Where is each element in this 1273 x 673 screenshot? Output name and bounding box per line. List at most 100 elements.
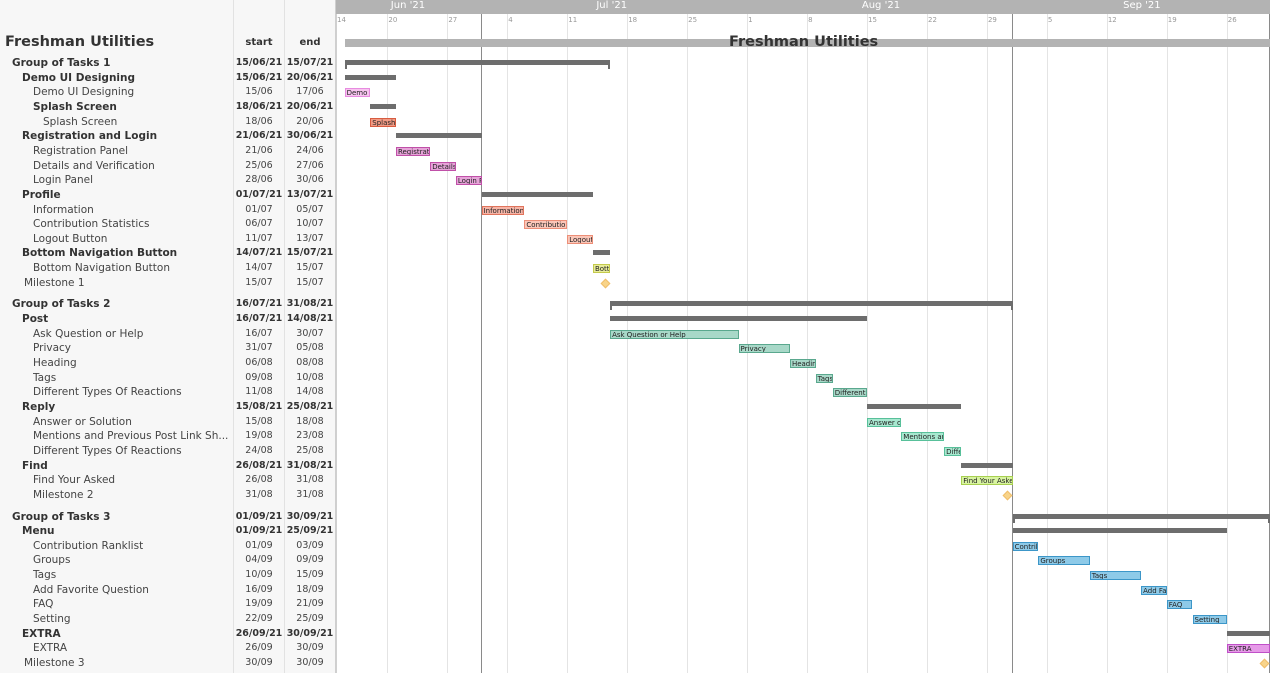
- task-row[interactable]: Details and Verification 25/06 27/06: [0, 160, 336, 174]
- task-end-date: 05/08: [296, 342, 324, 354]
- task-row[interactable]: Group of Tasks 2 16/07/21 31/08/21: [0, 298, 336, 312]
- task-end-date: 31/08/21: [286, 298, 334, 310]
- task-bar[interactable]: Contribution: [524, 220, 568, 230]
- task-row[interactable]: Milestone 1 15/07 15/07: [0, 277, 336, 291]
- task-row[interactable]: Different Types Of Reactions 11/08 14/08: [0, 386, 336, 400]
- task-row[interactable]: Post 16/07/21 14/08/21: [0, 313, 336, 327]
- task-end-date: 31/08/21: [286, 459, 334, 471]
- task-bar[interactable]: Bott: [592, 264, 611, 274]
- week-tick-label: 14: [337, 16, 346, 24]
- task-start-date: 04/09: [245, 554, 273, 566]
- task-bar[interactable]: Demo: [344, 88, 371, 98]
- task-row[interactable]: Add Favorite Question 16/09 18/09: [0, 584, 336, 598]
- summary-bar[interactable]: [395, 133, 482, 139]
- task-bar[interactable]: Add Fa: [1141, 585, 1167, 595]
- task-row[interactable]: Milestone 3 30/09 30/09: [0, 657, 336, 671]
- task-row[interactable]: Setting 22/09 25/09: [0, 613, 336, 627]
- task-bar[interactable]: Logout: [567, 234, 593, 244]
- task-bar[interactable]: Setting: [1192, 615, 1227, 625]
- task-row[interactable]: Splash Screen 18/06 20/06: [0, 116, 336, 130]
- task-bar[interactable]: Different: [832, 388, 868, 398]
- task-row[interactable]: EXTRA 26/09/21 30/09/21: [0, 628, 336, 642]
- task-row[interactable]: Milestone 2 31/08 31/08: [0, 489, 336, 503]
- task-end-date: 27/06: [296, 159, 324, 171]
- task-row[interactable]: Ask Question or Help 16/07 30/07: [0, 328, 336, 342]
- summary-bar[interactable]: [344, 60, 611, 69]
- month-label: Aug '21: [861, 0, 901, 11]
- task-bar[interactable]: Headin: [789, 359, 816, 368]
- column-header-start[interactable]: start: [234, 37, 284, 48]
- task-bar[interactable]: Information: [481, 205, 525, 215]
- task-start-date: 21/06/21: [235, 130, 283, 142]
- task-end-date: 21/09: [296, 598, 324, 610]
- task-name: Add Favorite Question: [33, 583, 149, 596]
- summary-bar[interactable]: [370, 103, 396, 109]
- summary-bar[interactable]: [867, 403, 962, 409]
- task-bar[interactable]: EXTRA: [1226, 644, 1270, 654]
- task-bar[interactable]: Splash: [370, 117, 396, 127]
- task-row[interactable]: Menu 01/09/21 25/09/21: [0, 525, 336, 539]
- task-row[interactable]: FAQ 19/09 21/09: [0, 598, 336, 612]
- summary-bar[interactable]: [610, 316, 868, 322]
- task-name: FAQ: [33, 598, 54, 611]
- task-row[interactable]: Bottom Navigation Button 14/07 15/07: [0, 262, 336, 276]
- task-row[interactable]: Groups 04/09 09/09: [0, 554, 336, 568]
- task-row[interactable]: Privacy 31/07 05/08: [0, 342, 336, 356]
- summary-bar[interactable]: [481, 191, 593, 197]
- task-bar[interactable]: Ask Question or Help: [610, 329, 739, 339]
- task-name: Contribution Ranklist: [33, 539, 144, 552]
- task-row[interactable]: Different Types Of Reactions 24/08 25/08: [0, 445, 336, 459]
- task-bar[interactable]: Find Your Aske: [961, 476, 1013, 486]
- summary-bar[interactable]: [1226, 630, 1270, 636]
- task-row[interactable]: Find 26/08/21 31/08/21: [0, 460, 336, 474]
- summary-bar[interactable]: [1012, 513, 1270, 523]
- task-bar[interactable]: Details: [430, 161, 456, 171]
- task-row[interactable]: Heading 06/08 08/08: [0, 357, 336, 371]
- task-row[interactable]: Group of Tasks 1 15/06/21 15/07/21: [0, 57, 336, 71]
- task-row[interactable]: EXTRA 26/09 30/09: [0, 642, 336, 656]
- task-row[interactable]: Login Panel 28/06 30/06: [0, 174, 336, 188]
- summary-bar[interactable]: [961, 462, 1013, 468]
- task-row[interactable]: Answer or Solution 15/08 18/08: [0, 416, 336, 430]
- task-bar[interactable]: Registrati: [395, 146, 431, 156]
- task-row[interactable]: Bottom Navigation Button 14/07/21 15/07/21: [0, 247, 336, 261]
- task-bar[interactable]: Diffe: [944, 446, 962, 456]
- task-start-date: 25/06: [245, 159, 273, 171]
- milestone-marker[interactable]: [600, 278, 611, 289]
- task-bar[interactable]: Tags: [815, 373, 833, 383]
- task-row[interactable]: Tags 09/08 10/08: [0, 372, 336, 386]
- task-name: Heading: [33, 357, 77, 369]
- task-row[interactable]: Profile 01/07/21 13/07/21: [0, 189, 336, 203]
- task-row[interactable]: Contribution Ranklist 01/09 03/09: [0, 540, 336, 554]
- task-row[interactable]: Registration and Login 21/06/21 30/06/21: [0, 130, 336, 144]
- week-tick-label: 1: [748, 16, 753, 24]
- task-row[interactable]: Contribution Statistics 06/07 10/07: [0, 218, 336, 232]
- task-row[interactable]: Demo UI Designing 15/06 17/06: [0, 86, 336, 100]
- task-bar[interactable]: Tags: [1089, 571, 1142, 581]
- task-row[interactable]: Reply 15/08/21 25/08/21: [0, 401, 336, 415]
- summary-bar[interactable]: [344, 74, 396, 80]
- task-bar[interactable]: Privacy: [738, 344, 790, 354]
- task-bar[interactable]: Answer or: [867, 417, 902, 427]
- task-row[interactable]: Logout Button 11/07 13/07: [0, 233, 336, 247]
- column-header-end[interactable]: end: [285, 37, 335, 48]
- task-bar[interactable]: Mentions an: [901, 432, 945, 442]
- task-row[interactable]: Tags 10/09 15/09: [0, 569, 336, 583]
- task-start-date: 19/08: [245, 430, 273, 442]
- task-bar[interactable]: Groups: [1038, 556, 1090, 566]
- task-row[interactable]: Information 01/07 05/07: [0, 204, 336, 218]
- task-row[interactable]: Find Your Asked 26/08 31/08: [0, 474, 336, 488]
- summary-bar[interactable]: [592, 250, 611, 256]
- task-name: Ask Question or Help: [33, 327, 144, 340]
- week-tick-label: 25: [688, 16, 698, 24]
- task-row[interactable]: Splash Screen 18/06/21 20/06/21: [0, 101, 336, 115]
- task-row[interactable]: Demo UI Designing 15/06/21 20/06/21: [0, 72, 336, 86]
- summary-bar[interactable]: [1012, 528, 1227, 534]
- task-bar[interactable]: FAQ: [1166, 600, 1193, 610]
- task-row[interactable]: Registration Panel 21/06 24/06: [0, 145, 336, 159]
- task-bar[interactable]: Contrib: [1012, 541, 1039, 551]
- task-row[interactable]: Group of Tasks 3 01/09/21 30/09/21: [0, 511, 336, 525]
- task-bar[interactable]: Login P: [455, 176, 482, 186]
- summary-bar[interactable]: [610, 301, 1013, 311]
- task-row[interactable]: Mentions and Previous Post Link Sh... 19/…: [0, 430, 336, 444]
